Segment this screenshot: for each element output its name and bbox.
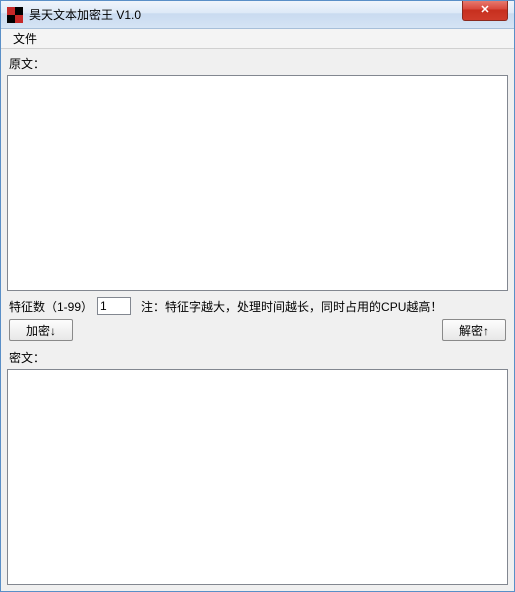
plaintext-input[interactable] [8, 76, 507, 290]
ciphertext-wrap [7, 369, 508, 585]
menu-file[interactable]: 文件 [5, 28, 45, 49]
close-button[interactable]: ✕ [462, 1, 508, 21]
encrypt-button[interactable]: 加密↓ [9, 319, 73, 341]
titlebar: 昊天文本加密王 V1.0 ✕ [1, 1, 514, 29]
app-window: 昊天文本加密王 V1.0 ✕ 文件 原文： 特征数（1-99） 注：特征字越大，… [0, 0, 515, 592]
client-area: 原文： 特征数（1-99） 注：特征字越大，处理时间越长，同时占用的CPU越高！… [1, 49, 514, 591]
window-title: 昊天文本加密王 V1.0 [29, 6, 462, 23]
decrypt-button[interactable]: 解密↑ [442, 319, 506, 341]
button-row: 加密↓ 解密↑ [7, 317, 508, 347]
plaintext-label: 原文： [7, 53, 508, 75]
app-icon [7, 7, 23, 23]
ciphertext-input[interactable] [8, 370, 507, 584]
feature-label: 特征数（1-99） [9, 298, 93, 315]
menubar: 文件 [1, 29, 514, 49]
feature-row: 特征数（1-99） 注：特征字越大，处理时间越长，同时占用的CPU越高！ [7, 291, 508, 317]
feature-note: 注：特征字越大，处理时间越长，同时占用的CPU越高！ [141, 298, 442, 315]
feature-input[interactable] [97, 297, 131, 315]
plaintext-wrap [7, 75, 508, 291]
close-icon: ✕ [480, 5, 489, 16]
ciphertext-label: 密文： [7, 347, 508, 369]
